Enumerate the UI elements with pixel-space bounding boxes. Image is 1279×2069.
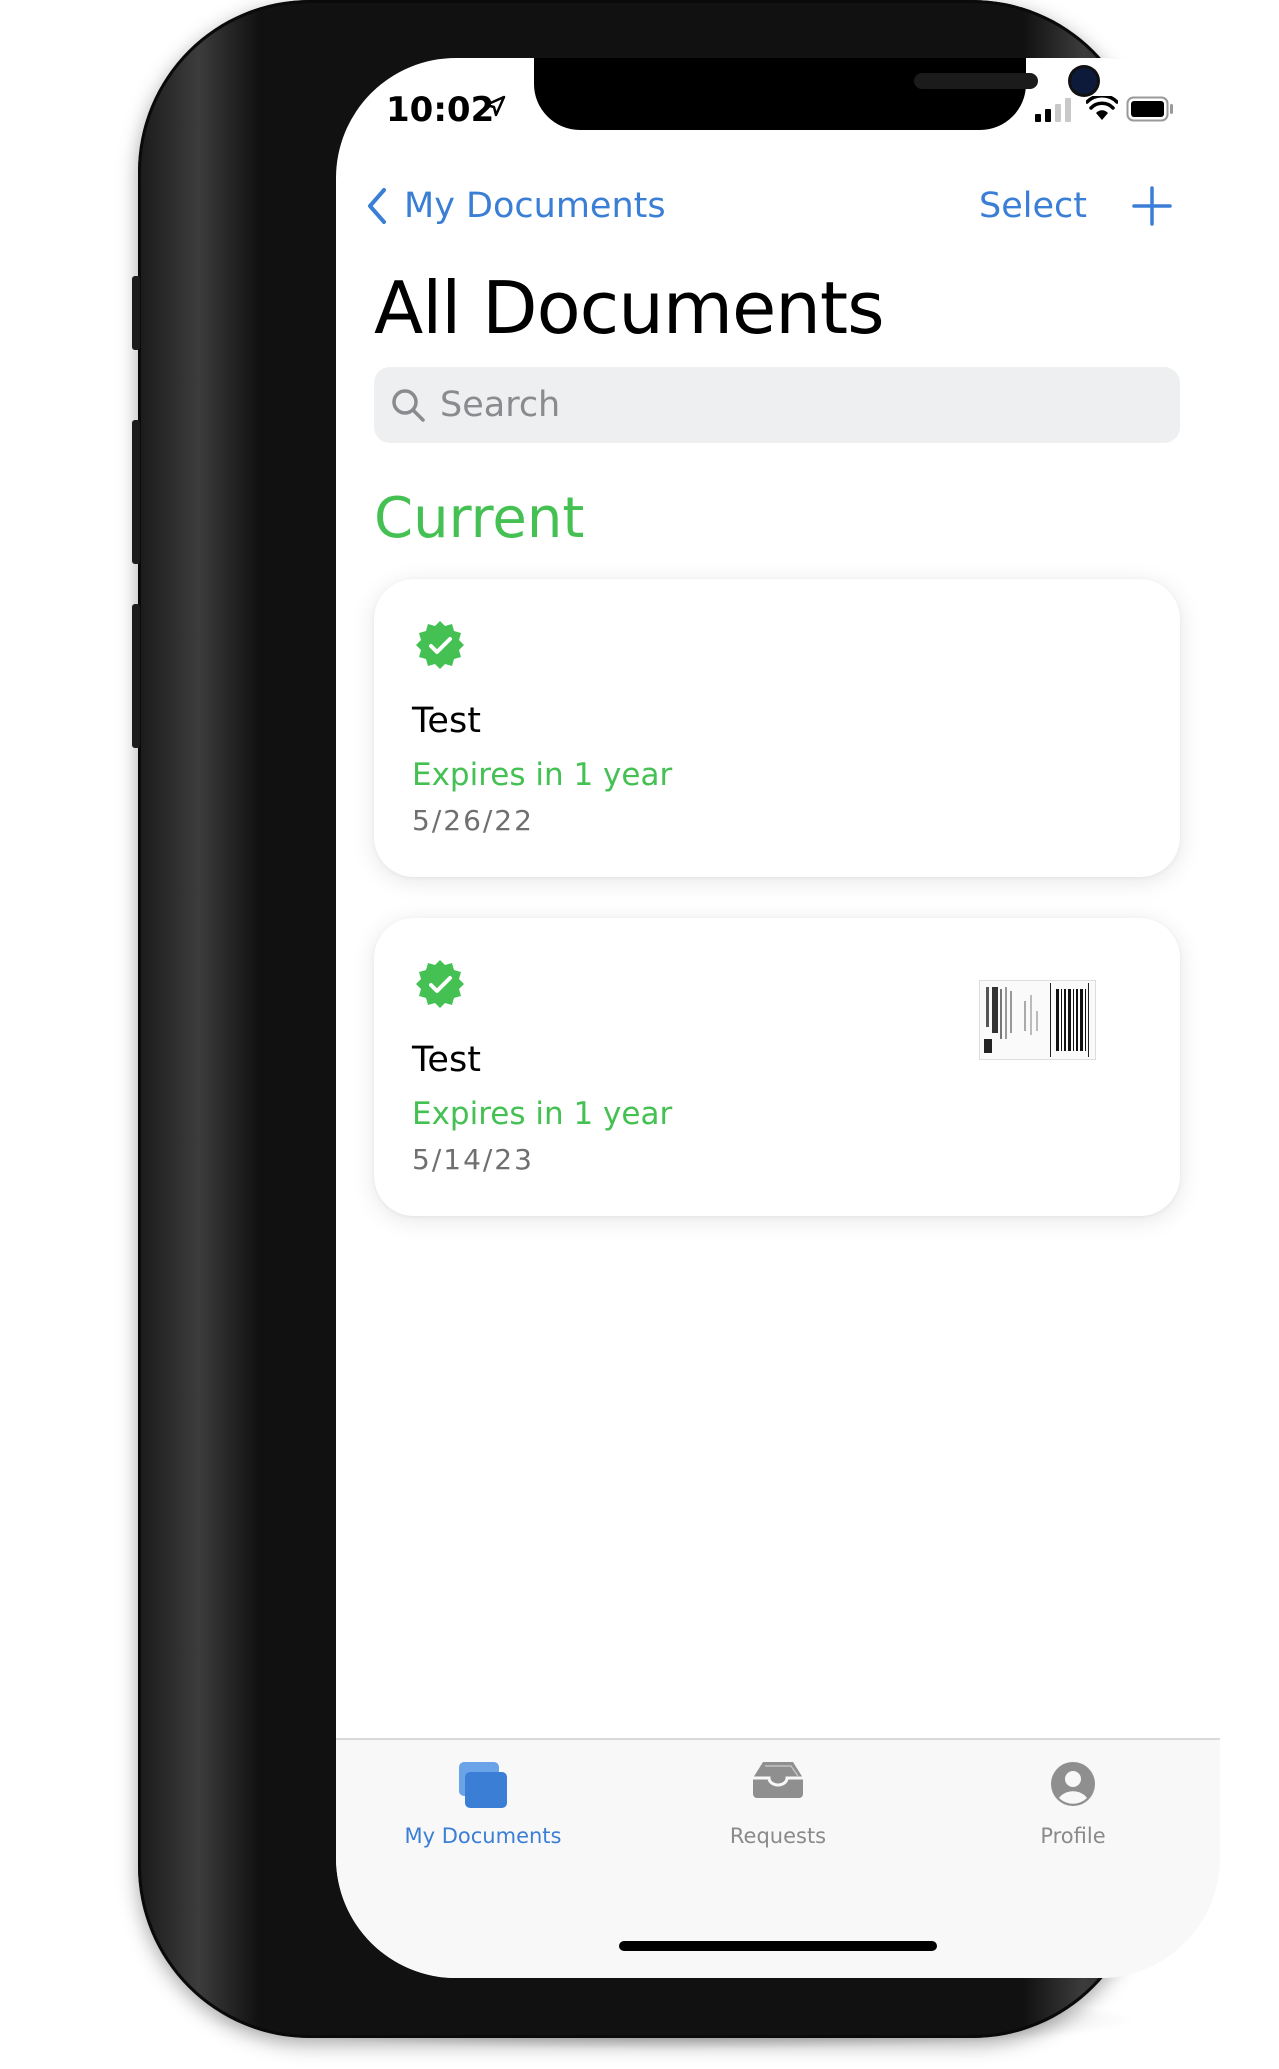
mute-switch bbox=[132, 276, 140, 350]
document-title: Test bbox=[412, 1040, 481, 1080]
shipping-label-image bbox=[980, 981, 1095, 1059]
location-arrow-icon bbox=[484, 95, 506, 117]
document-card[interactable]: Test Expires in 1 year 5/26/22 bbox=[374, 579, 1180, 877]
status-time: 10:02 bbox=[386, 90, 495, 130]
notch bbox=[534, 58, 1097, 130]
screen: 10:02 My Documents Select All Documents … bbox=[336, 58, 1220, 1978]
documents-icon bbox=[459, 1762, 507, 1808]
search-icon bbox=[392, 389, 425, 422]
back-button[interactable]: My Documents bbox=[366, 186, 666, 226]
tab-label: My Documents bbox=[404, 1824, 562, 1848]
home-indicator[interactable] bbox=[619, 1941, 937, 1951]
verified-badge-icon bbox=[416, 960, 464, 1008]
tab-label: Profile bbox=[1040, 1824, 1106, 1848]
speaker-grille bbox=[914, 73, 1038, 89]
volume-up-button bbox=[132, 420, 140, 564]
document-thumbnail bbox=[979, 980, 1096, 1060]
verified-badge-icon bbox=[416, 621, 464, 669]
back-button-label: My Documents bbox=[404, 186, 666, 226]
inbox-tray-icon bbox=[753, 1762, 803, 1798]
add-document-button[interactable] bbox=[1131, 185, 1173, 227]
tab-profile[interactable]: Profile bbox=[926, 1740, 1220, 1880]
battery-icon bbox=[1126, 96, 1173, 122]
document-title: Test bbox=[412, 701, 481, 741]
tab-requests[interactable]: Requests bbox=[631, 1740, 925, 1880]
document-expiry: Expires in 1 year bbox=[412, 757, 673, 793]
tab-label: Requests bbox=[729, 1824, 827, 1848]
document-card[interactable]: Test Expires in 1 year 5/14/23 bbox=[374, 918, 1180, 1216]
section-title-current: Current bbox=[374, 486, 585, 551]
wifi-icon bbox=[1086, 96, 1118, 120]
document-date: 5/14/23 bbox=[412, 1143, 534, 1176]
chevron-left-icon bbox=[368, 188, 386, 224]
document-expiry: Expires in 1 year bbox=[412, 1096, 673, 1132]
person-circle-icon bbox=[1051, 1762, 1095, 1806]
front-camera bbox=[1071, 68, 1097, 94]
page-title: All Documents bbox=[374, 266, 885, 350]
phone-frame: 10:02 My Documents Select All Documents … bbox=[132, 0, 1220, 2038]
select-button[interactable]: Select bbox=[979, 186, 1087, 226]
document-date: 5/26/22 bbox=[412, 804, 534, 837]
search-bar[interactable] bbox=[374, 367, 1180, 443]
search-input[interactable] bbox=[440, 385, 1120, 425]
volume-down-button bbox=[132, 604, 140, 748]
cellular-signal-icon bbox=[1035, 98, 1071, 122]
tab-my-documents[interactable]: My Documents bbox=[336, 1740, 630, 1880]
